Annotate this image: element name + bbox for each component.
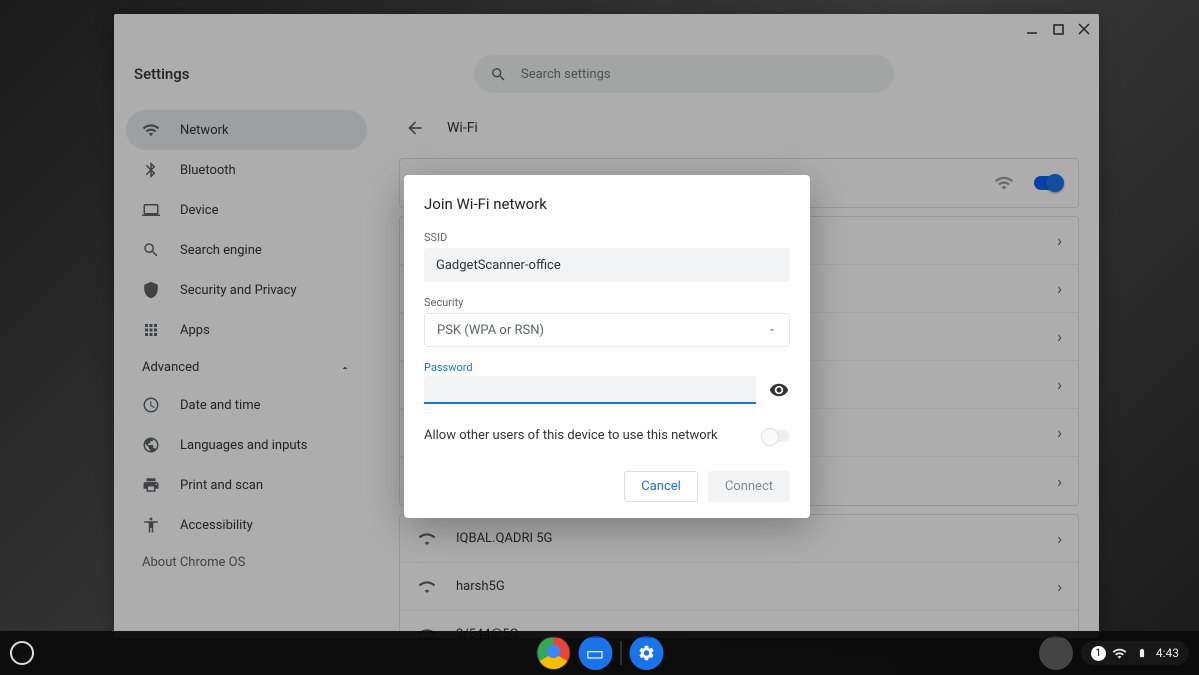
share-network-toggle[interactable] [762,430,790,442]
join-wifi-dialog: Join Wi-Fi network SSID Security PSK (WP… [404,175,810,518]
connect-button[interactable]: Connect [708,471,790,502]
ssid-input[interactable] [424,248,790,282]
dialog-title: Join Wi-Fi network [424,195,790,213]
settings-icon[interactable] [629,636,663,670]
show-password-icon[interactable] [768,379,790,401]
security-label: Security [424,296,790,309]
chrome-icon[interactable] [536,636,570,670]
wifi-tray-icon [1112,645,1128,661]
files-icon[interactable]: ▭ [578,636,612,670]
password-label: Password [424,361,790,374]
chevron-down-icon [767,325,777,335]
security-select[interactable]: PSK (WPA or RSN) [424,313,790,347]
cancel-button[interactable]: Cancel [624,471,698,502]
share-network-label: Allow other users of this device to use … [424,428,718,443]
password-input[interactable] [424,376,756,404]
clock: 4:43 [1156,646,1179,660]
launcher-icon[interactable] [10,641,34,665]
system-tray[interactable]: 1 4:43 [1039,636,1189,670]
avatar[interactable] [1039,636,1073,670]
battery-tray-icon [1134,645,1150,661]
notification-badge: 1 [1091,646,1106,661]
ssid-label: SSID [424,231,790,244]
